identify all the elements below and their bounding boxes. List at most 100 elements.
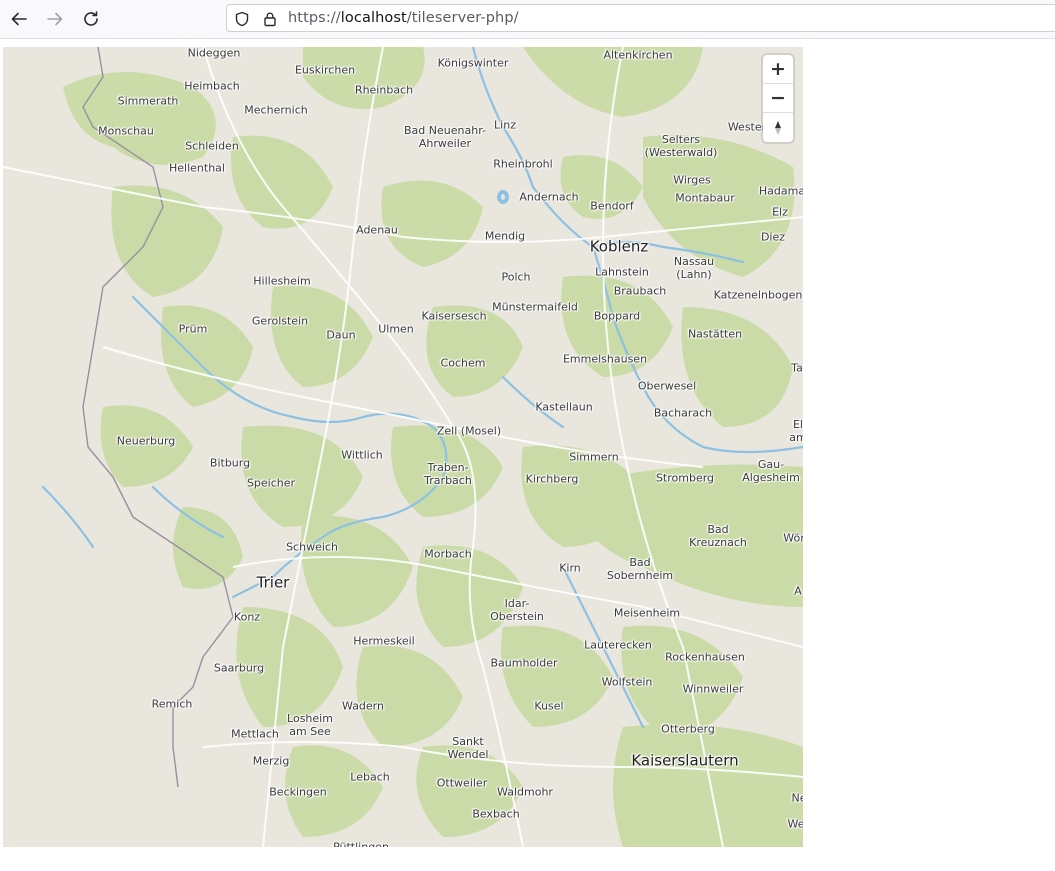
place-label: Wester [727, 120, 767, 134]
place-label: Wolfstein [601, 675, 653, 689]
place-label: Gau- Algesheim [742, 458, 800, 484]
place-label: We [787, 817, 804, 831]
place-label: Münstermaifeld [492, 300, 578, 314]
place-label: Gerolstein [251, 314, 309, 328]
shield-icon[interactable] [233, 10, 251, 28]
address-bar[interactable]: https://localhost/tileserver-php/ [226, 4, 1055, 32]
place-label: Euskirchen [294, 63, 356, 77]
reload-button[interactable] [81, 9, 101, 29]
place-label: Monschau [98, 124, 154, 138]
compass-icon [775, 120, 781, 135]
place-label: Sankt Wendel [447, 735, 489, 761]
place-label: Kusel [534, 699, 564, 713]
place-label: Losheim am See [287, 712, 333, 738]
place-label: Neuerburg [116, 434, 176, 448]
place-label: Wör [783, 531, 803, 545]
arrow-left-icon [11, 12, 27, 26]
place-label: Lauterecken [584, 638, 652, 652]
place-label: Bacharach [653, 406, 713, 420]
place-label: Bad Sobernheim [606, 556, 674, 582]
place-label: Bitburg [209, 456, 251, 470]
place-label: Merzig [252, 754, 290, 768]
place-label: Schleiden [185, 139, 239, 153]
place-label: Kaiserslautern [631, 751, 739, 770]
place-label: Bad Kreuznach [689, 523, 747, 549]
place-label: Mettlach [231, 727, 279, 741]
place-label: El am [789, 418, 803, 444]
place-label: Meisenheim [613, 606, 681, 620]
place-label: Wittlich [341, 448, 383, 462]
place-label: Ottweiler [436, 776, 488, 790]
place-label: Oberwesel [637, 379, 697, 393]
zoom-in-button[interactable]: + [763, 55, 793, 84]
place-label: Linz [494, 118, 516, 132]
place-label: Kirchberg [525, 472, 579, 486]
place-label: Bexbach [472, 807, 520, 821]
place-label: Nastätten [687, 327, 743, 341]
place-label: Montabaur [675, 191, 735, 205]
place-label: Otterberg [661, 722, 715, 736]
map-controls: + − [763, 55, 793, 142]
place-label: Nassau (Lahn) [673, 255, 715, 281]
place-label: Selters (Westerwald) [644, 133, 718, 159]
place-label: Koblenz [589, 237, 649, 256]
place-label: Bad Neuenahr- Ahrweiler [404, 124, 486, 150]
place-label: Emmelshausen [562, 352, 648, 366]
place-label: Zell (Mosel) [436, 424, 502, 438]
place-label: Andernach [519, 190, 579, 204]
place-label: Idar- Oberstein [490, 597, 544, 623]
url-path: /tileserver-php/ [406, 10, 519, 26]
place-label: Lebach [350, 770, 390, 784]
place-label: Speicher [246, 476, 296, 490]
place-label: Wirges [673, 173, 711, 187]
place-label: Königswinter [437, 56, 509, 70]
zoom-out-button[interactable]: − [763, 84, 793, 113]
place-label: Baumholder [490, 656, 558, 670]
place-label: Kaisersesch [421, 309, 487, 323]
place-label: Traben- Trarbach [424, 461, 472, 487]
place-label: Boppard [593, 309, 641, 323]
place-label: Adenau [356, 223, 398, 237]
place-label: Waldmohr [497, 785, 553, 799]
place-label: Hillesheim [253, 274, 311, 288]
place-label: Ta [791, 361, 803, 375]
place-label: Bendorf [590, 199, 634, 213]
place-label: Daun [326, 328, 356, 342]
place-labels: Nideggen Euskirchen Königswinter Altenkirch… [3, 47, 803, 847]
place-label: Braubach [613, 284, 667, 298]
place-label: A [794, 584, 802, 598]
place-label: Hellenthal [169, 161, 225, 175]
place-label: Wadern [342, 699, 384, 713]
place-label: Prüm [178, 322, 208, 336]
map-canvas[interactable]: Nideggen Euskirchen Königswinter Altenkirch… [3, 47, 803, 847]
browser-toolbar: https://localhost/tileserver-php/ [0, 0, 1055, 39]
place-label: Katzenelnbogen [713, 288, 803, 302]
back-button[interactable] [9, 9, 29, 29]
place-label: Lahnstein [595, 265, 649, 279]
forward-button[interactable] [45, 9, 65, 29]
place-label: Hadama [758, 184, 803, 198]
place-label: Polch [501, 270, 531, 284]
place-label: Ulmen [378, 322, 414, 336]
place-label: Elz [772, 205, 788, 219]
place-label: Simmerath [117, 94, 179, 108]
place-label: Beckingen [269, 785, 327, 799]
place-label: Cochem [440, 356, 486, 370]
place-label: Konz [233, 610, 261, 624]
compass-button[interactable] [763, 113, 793, 142]
place-label: Mechernich [244, 103, 308, 117]
place-label: Mendig [484, 229, 526, 243]
place-label: Diez [760, 230, 786, 244]
place-label: Nideggen [187, 47, 241, 60]
place-label: Kirn [559, 561, 581, 575]
place-label: Simmern [569, 450, 619, 464]
lock-icon[interactable] [261, 10, 279, 28]
place-label: Rheinbrohl [493, 157, 553, 171]
url-text[interactable]: https://localhost/tileserver-php/ [288, 10, 519, 26]
url-scheme: https:// [288, 10, 341, 26]
url-host: localhost [340, 10, 407, 26]
place-label: Rockenhausen [665, 650, 745, 664]
place-label: Winnweiler [682, 682, 744, 696]
place-label: Rheinbach [354, 83, 414, 97]
place-label: Trier [256, 573, 290, 592]
